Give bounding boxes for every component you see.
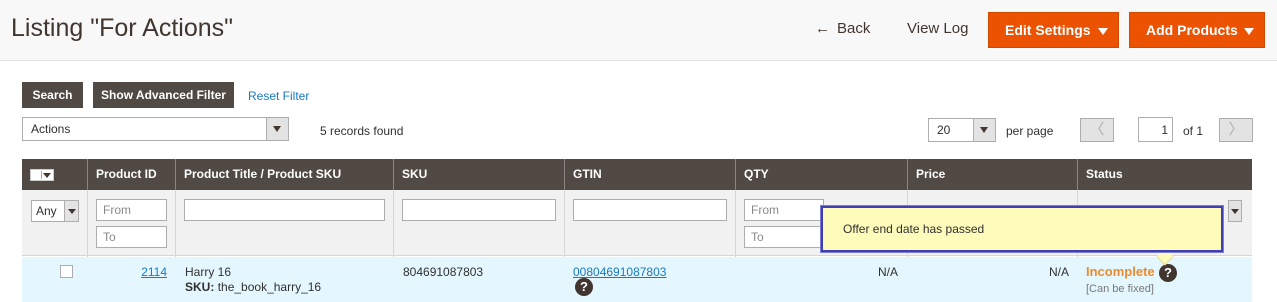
column-header-sku[interactable]: SKU <box>393 159 564 190</box>
edit-settings-label: Edit Settings <box>1005 22 1091 38</box>
help-icon[interactable]: ? <box>575 278 593 296</box>
gtin-link[interactable]: 00804691087803 <box>573 265 666 279</box>
per-page-label: per page <box>1006 124 1054 138</box>
previous-page-button[interactable]: 〈 <box>1080 118 1114 142</box>
product-sku-line: SKU: the_book_harry_16 <box>185 280 321 294</box>
advanced-filter-button[interactable]: Show Advanced Filter <box>93 82 234 108</box>
sku-value: the_book_harry_16 <box>217 280 322 294</box>
reset-filter-link[interactable]: Reset Filter <box>248 89 309 103</box>
title-filter-field[interactable] <box>184 199 385 221</box>
search-button[interactable]: Search <box>22 82 83 108</box>
back-label: Back <box>837 20 871 37</box>
qty-cell: N/A <box>877 265 898 279</box>
chevron-down-icon <box>64 201 78 221</box>
add-products-label: Add Products <box>1146 22 1238 38</box>
sku-filter-field[interactable] <box>402 199 556 221</box>
row-checkbox[interactable] <box>60 265 73 278</box>
page-header: Listing "For Actions" ← Back View Log Edi… <box>0 0 1277 61</box>
sku-cell: 804691087803 <box>403 265 484 279</box>
product-title: Harry 16 <box>185 265 232 279</box>
back-button[interactable]: ← Back <box>815 20 870 37</box>
chevron-down-icon <box>266 118 288 140</box>
next-page-button[interactable]: 〉 <box>1219 118 1253 142</box>
per-page-value: 20 <box>937 123 951 137</box>
per-page-select[interactable]: 20 <box>928 118 996 142</box>
price-cell: N/A <box>1048 265 1069 279</box>
page-number-input[interactable] <box>1138 117 1173 142</box>
sku-label: SKU: <box>185 280 215 294</box>
add-products-button[interactable]: Add Products <box>1129 12 1265 48</box>
page-title: Listing "For Actions" <box>11 14 234 42</box>
column-header-title[interactable]: Product Title / Product SKU <box>175 159 393 190</box>
product-id-to-field[interactable]: To <box>96 226 167 248</box>
column-header-product-id[interactable]: Product ID <box>87 159 175 190</box>
column-header-price[interactable]: Price <box>907 159 1077 190</box>
records-count: 5 records found <box>320 124 404 138</box>
qty-to-field[interactable]: To <box>744 226 824 248</box>
edit-settings-button[interactable]: Edit Settings <box>988 12 1119 48</box>
status-tooltip: Offer end date has passed <box>821 206 1223 252</box>
view-log-button[interactable]: View Log <box>907 20 968 37</box>
page-total: of 1 <box>1183 124 1204 138</box>
status-badge: Incomplete <box>1086 264 1155 279</box>
column-header-status[interactable]: Status <box>1077 159 1252 190</box>
chevron-down-icon <box>973 119 995 141</box>
help-icon[interactable]: ? <box>1159 264 1177 282</box>
status-filter-select[interactable] <box>1228 200 1242 222</box>
gtin-filter-field[interactable] <box>573 199 727 221</box>
column-header-gtin[interactable]: GTIN <box>564 159 735 190</box>
chevron-down-icon <box>1244 28 1254 35</box>
column-header-qty[interactable]: QTY <box>735 159 907 190</box>
status-note: [Can be fixed] <box>1086 283 1154 295</box>
product-id-from-field[interactable]: From <box>96 199 167 221</box>
qty-from-field[interactable]: From <box>744 199 824 221</box>
actions-select-value: Actions <box>31 122 71 136</box>
mass-select-checkbox[interactable] <box>30 169 54 181</box>
table-header: Product ID Product Title / Product SKU S… <box>22 159 1252 190</box>
back-arrow-icon: ← <box>815 20 830 37</box>
actions-select[interactable]: Actions <box>22 117 289 141</box>
product-id-link[interactable]: 2114 <box>141 265 167 279</box>
massaction-filter-select[interactable]: Any <box>31 200 79 222</box>
chevron-down-icon <box>1098 28 1108 35</box>
massaction-filter-value: Any <box>36 204 57 218</box>
